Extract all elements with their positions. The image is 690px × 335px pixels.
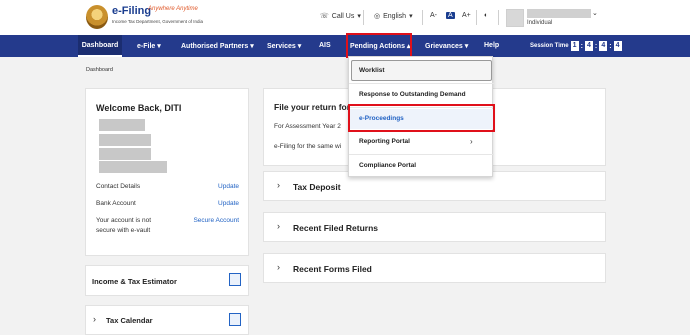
recent-forms-filed-title: Recent Forms Filed bbox=[293, 264, 372, 274]
nav-grievances[interactable]: Grievances ▾ bbox=[425, 42, 468, 50]
nav-help[interactable]: Help bbox=[484, 42, 499, 49]
session-digit: 4 bbox=[613, 41, 622, 51]
user-name-redacted bbox=[527, 9, 591, 18]
session-timer: Session Time 1 : 4 : 4 : 4 bbox=[530, 41, 622, 51]
divider bbox=[422, 10, 423, 25]
nav-authorised-partners[interactable]: Authorised Partners ▾ bbox=[181, 42, 254, 50]
file-return-title: File your return for t bbox=[274, 102, 356, 112]
avatar[interactable] bbox=[506, 9, 524, 27]
income-tax-estimator-title: Income & Tax Estimator bbox=[92, 277, 177, 286]
user-role: Individual bbox=[527, 20, 553, 26]
update-bank-link[interactable]: Update bbox=[210, 200, 239, 207]
globe-icon: ◎ bbox=[374, 13, 381, 20]
chevron-down-icon: ▾ bbox=[409, 13, 413, 20]
chevron-down-icon: ▾ bbox=[357, 13, 361, 20]
nav-ais[interactable]: AIS bbox=[319, 42, 331, 49]
tax-calendar-title: Tax Calendar bbox=[106, 316, 153, 325]
chevron-right-icon: › bbox=[277, 221, 280, 231]
session-digit: 4 bbox=[584, 41, 593, 51]
pending-actions-highlight bbox=[346, 33, 412, 58]
contrast-icon[interactable]: ◐ bbox=[484, 12, 488, 19]
emblem-icon bbox=[86, 5, 108, 29]
brand-name: e-Filing bbox=[112, 5, 152, 17]
tax-deposit-title: Tax Deposit bbox=[293, 182, 341, 192]
calculator-icon bbox=[229, 273, 241, 286]
divider bbox=[349, 154, 494, 155]
menu-item-compliance-portal[interactable]: Compliance Portal bbox=[359, 162, 416, 169]
efiling-logo[interactable]: e-Filing Anywhere Anytime Income Tax Dep… bbox=[86, 5, 203, 29]
menu-item-outstanding-demand[interactable]: Response to Outstanding Demand bbox=[359, 91, 466, 98]
breadcrumb[interactable]: Dashboard bbox=[86, 67, 113, 73]
chevron-right-icon: › bbox=[470, 137, 473, 146]
divider bbox=[498, 10, 499, 25]
chevron-down-icon[interactable]: ⌄ bbox=[592, 9, 598, 17]
menu-item-worklist[interactable]: Worklist bbox=[359, 67, 385, 74]
nav-dashboard[interactable]: Dashboard bbox=[78, 35, 122, 57]
bank-account-label: Bank Account bbox=[96, 200, 136, 207]
language-selector[interactable]: ◎ English ▾ bbox=[374, 12, 413, 21]
divider bbox=[363, 10, 364, 25]
chevron-right-icon: › bbox=[277, 180, 280, 190]
brand-tagline: Anywhere Anytime bbox=[148, 6, 198, 12]
nav-services[interactable]: Services ▾ bbox=[267, 42, 301, 50]
session-digit: 1 bbox=[570, 41, 579, 51]
call-us-button[interactable]: ☏ Call Us ▾ bbox=[320, 12, 361, 21]
top-header: e-Filing Anywhere Anytime Income Tax Dep… bbox=[0, 0, 690, 35]
redacted-info bbox=[99, 134, 151, 146]
nav-efile[interactable]: e-File ▾ bbox=[137, 42, 161, 50]
evault-status-label: secure with e-vault bbox=[96, 227, 151, 234]
chevron-right-icon: › bbox=[93, 314, 96, 324]
e-proceedings-highlight bbox=[348, 104, 495, 132]
efiling-note-text: e-Filing for the same wi bbox=[274, 143, 342, 150]
divider bbox=[476, 10, 477, 25]
redacted-info bbox=[99, 148, 151, 160]
font-default-button[interactable]: A bbox=[446, 12, 455, 19]
phone-icon: ☏ bbox=[320, 13, 329, 20]
menu-item-reporting-portal[interactable]: Reporting Portal bbox=[359, 138, 410, 145]
font-increase-button[interactable]: A+ bbox=[462, 12, 471, 19]
welcome-title: Welcome Back, DITI bbox=[96, 103, 182, 113]
divider bbox=[349, 83, 494, 84]
assessment-year-text: For Assessment Year 2 bbox=[274, 123, 341, 130]
update-contact-link[interactable]: Update bbox=[210, 183, 239, 190]
redacted-info bbox=[99, 161, 167, 173]
redacted-info bbox=[99, 119, 145, 131]
evault-status-label: Your account is not bbox=[96, 217, 152, 224]
font-decrease-button[interactable]: A- bbox=[430, 12, 437, 19]
calendar-icon bbox=[229, 313, 241, 326]
chevron-right-icon: › bbox=[277, 262, 280, 272]
contact-details-label: Contact Details bbox=[96, 183, 141, 190]
recent-filed-returns-title: Recent Filed Returns bbox=[293, 223, 379, 233]
brand-sub: Income Tax Department, Government of Ind… bbox=[112, 19, 203, 24]
secure-account-link[interactable]: Secure Account bbox=[186, 217, 239, 224]
session-digit: 4 bbox=[599, 41, 608, 51]
